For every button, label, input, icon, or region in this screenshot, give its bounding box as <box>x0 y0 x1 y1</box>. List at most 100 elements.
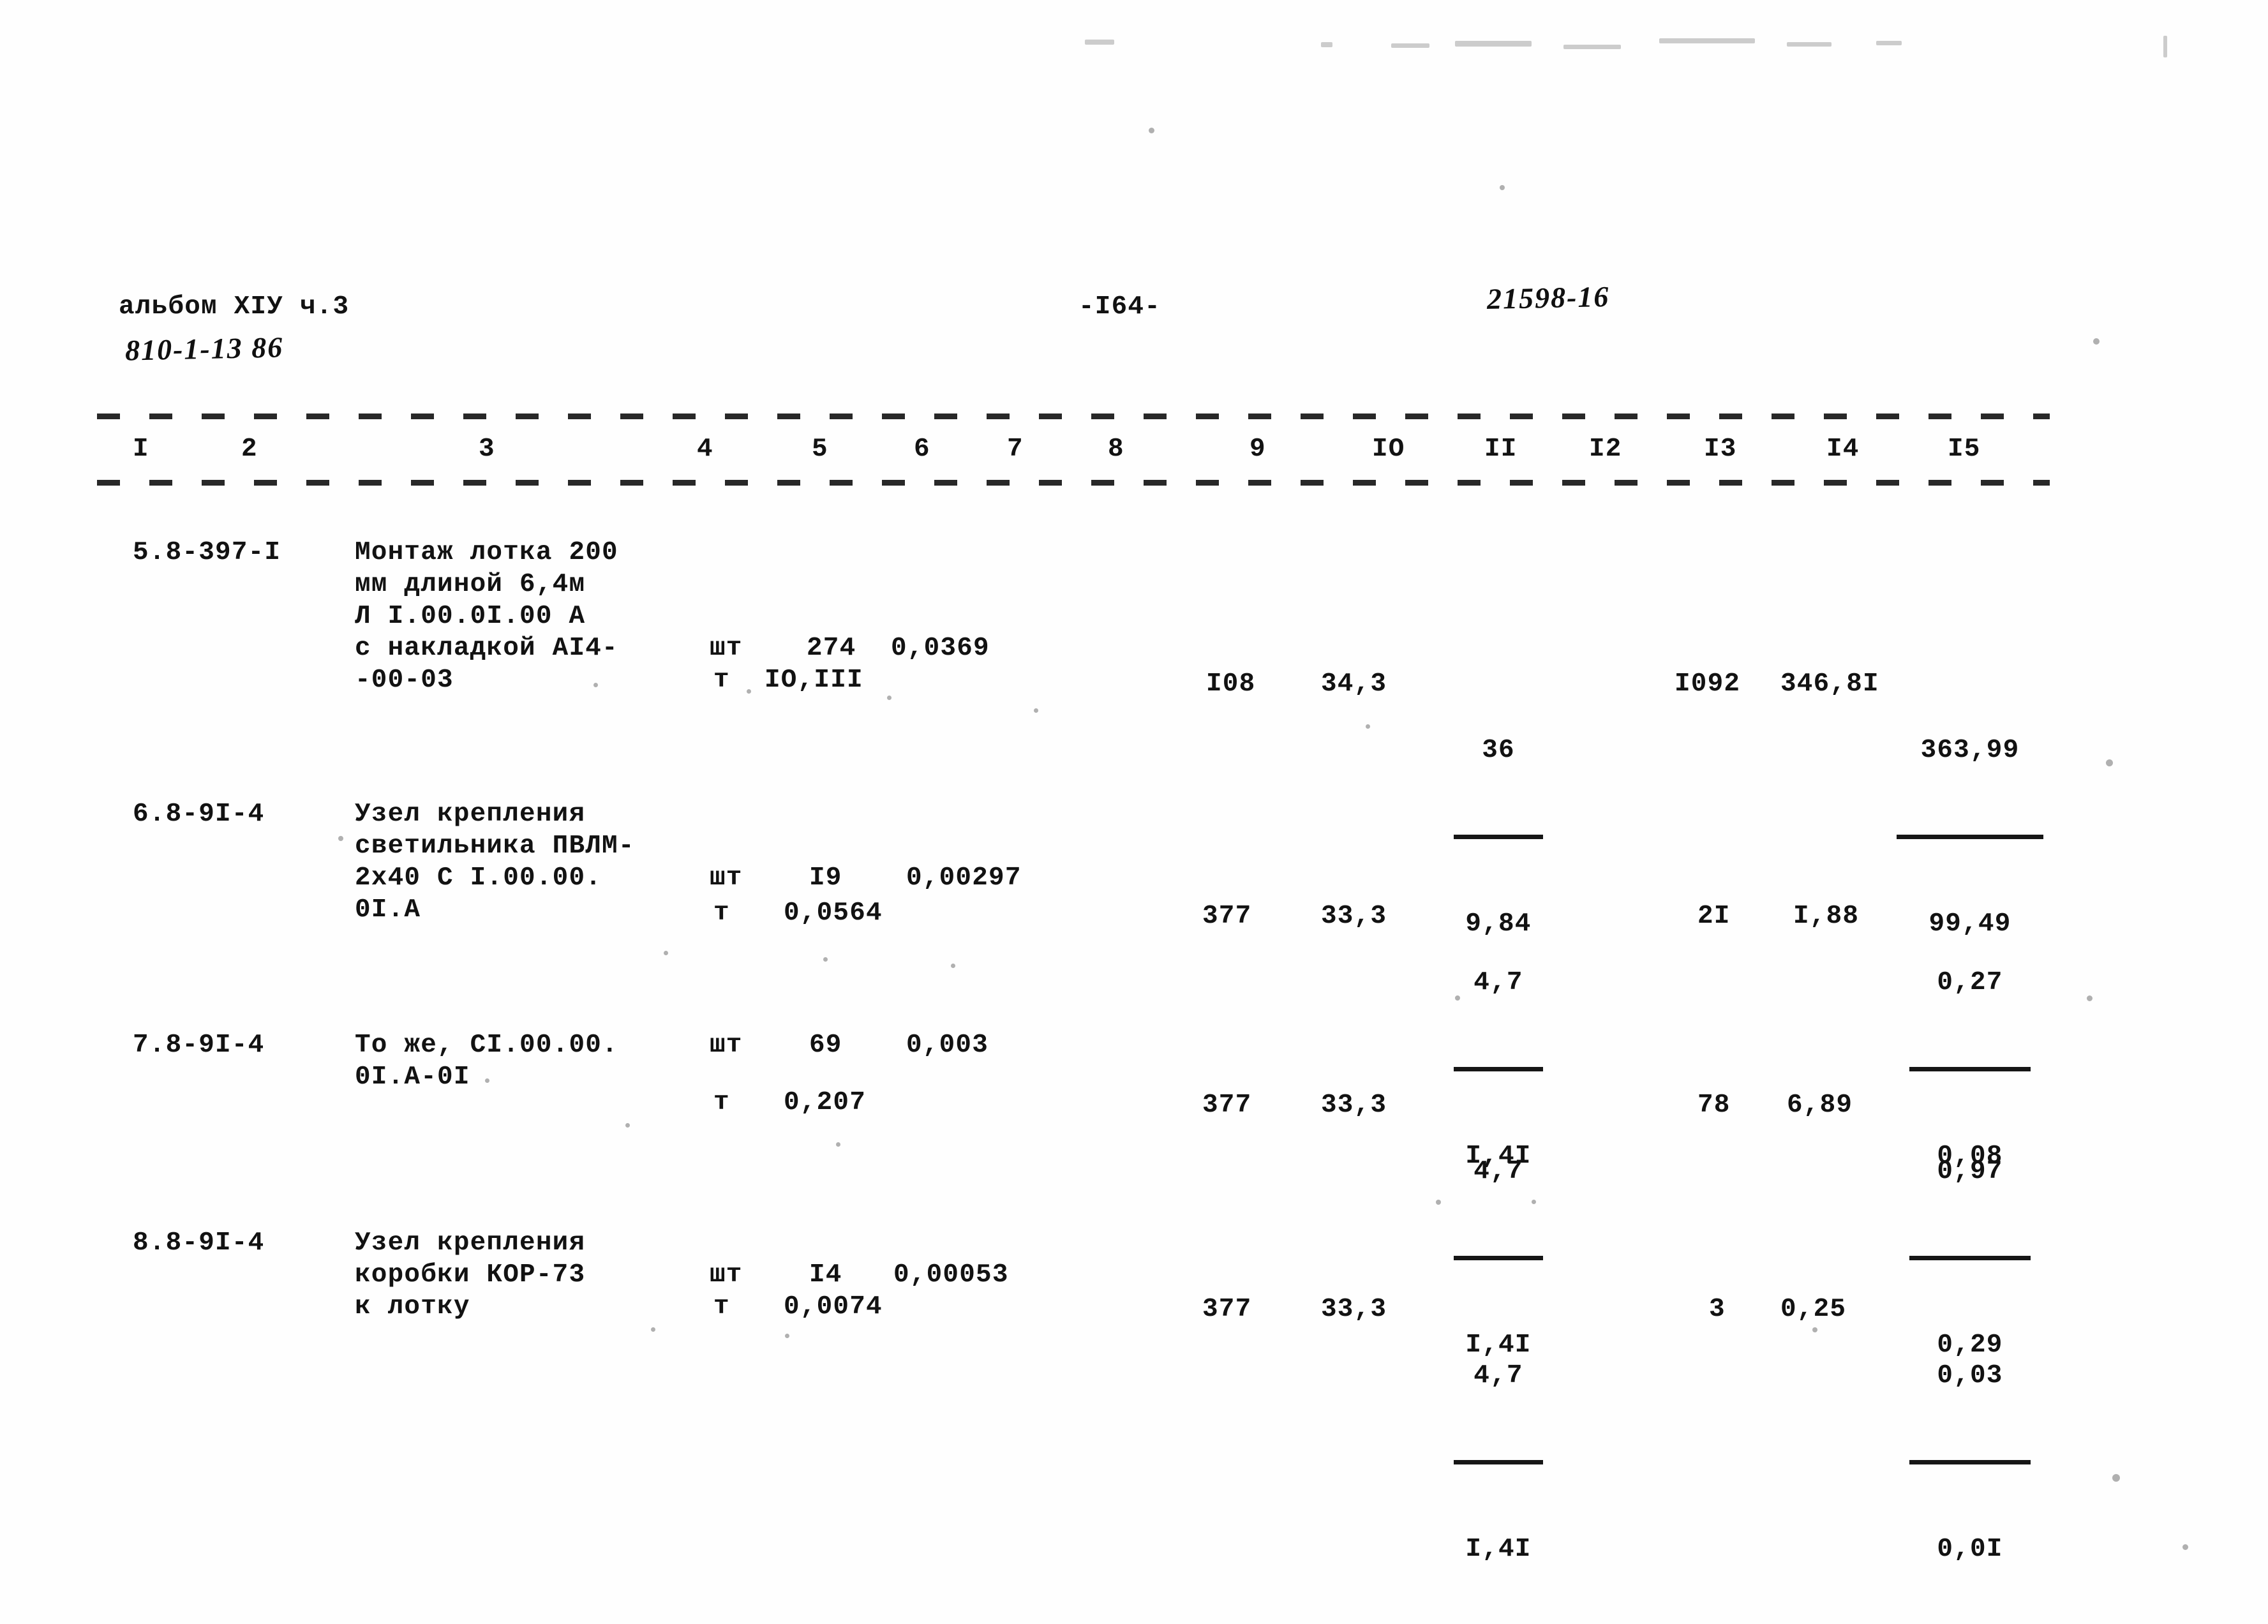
row-name-line: То же, СI.00.00. <box>355 1031 618 1060</box>
row-col15-fraction: 0,03 0,0I <box>1909 1293 2031 1624</box>
scan-artifact <box>1455 41 1532 47</box>
scan-artifact <box>2106 759 2113 766</box>
fraction-bar <box>1454 835 1543 839</box>
column-header-11: II <box>1484 435 1518 464</box>
row-name-line: Монтаж лотка 200 <box>355 538 618 567</box>
row-norm-primary: 0,00053 <box>893 1260 1009 1290</box>
row-norm-primary: 0,00297 <box>906 863 1022 893</box>
row-position-code: 6.8-9I-4 <box>133 800 265 829</box>
row-col15-numerator: 0,97 <box>1937 1157 2003 1186</box>
scan-artifact <box>1366 724 1370 729</box>
row-col15-denominator: 0,0I <box>1937 1535 2003 1564</box>
scan-artifact <box>1034 708 1038 713</box>
row-col11-denominator: I,4I <box>1465 1535 1532 1564</box>
row-col14: 346,8I <box>1780 669 1879 699</box>
row-qty-secondary: 0,0074 <box>784 1292 883 1322</box>
fraction-bar <box>1897 835 2043 839</box>
row-name-line: светильника ПВЛМ- <box>355 831 635 861</box>
row-norm-primary: 0,0369 <box>891 634 990 663</box>
row-unit-secondary: т <box>713 898 730 928</box>
scan-artifact <box>747 689 751 694</box>
row-col10: 33,3 <box>1321 902 1387 931</box>
row-unit-secondary: т <box>713 666 730 695</box>
row-qty-secondary: IO,III <box>765 666 863 695</box>
row-col9: 377 <box>1202 1091 1252 1120</box>
scan-artifact <box>1321 42 1332 47</box>
column-header-9: 9 <box>1250 435 1266 464</box>
row-qty-secondary: 0,0564 <box>784 898 883 928</box>
row-norm-primary: 0,003 <box>906 1031 989 1060</box>
scan-artifact <box>2182 1544 2188 1550</box>
scan-artifact <box>338 836 343 841</box>
column-header-14: I4 <box>1826 435 1860 464</box>
row-col10: 34,3 <box>1321 669 1387 699</box>
scan-artifact <box>1787 42 1832 47</box>
scan-artifact <box>651 1327 655 1332</box>
row-col11-numerator: 4,7 <box>1473 1157 1523 1186</box>
row-col11-fraction: 4,7 I,4I <box>1454 1293 1543 1624</box>
scan-artifact <box>823 957 828 962</box>
column-header-13: I3 <box>1704 435 1737 464</box>
row-col14: 0,25 <box>1780 1295 1847 1324</box>
column-header-1: I <box>133 435 149 464</box>
row-name-line: 0I.А <box>355 895 421 925</box>
scan-artifact <box>1876 41 1902 45</box>
row-name-line: к лотку <box>355 1292 470 1322</box>
column-header-7: 7 <box>1007 435 1024 464</box>
fraction-bar <box>1909 1256 2031 1260</box>
row-name-line: с накладкой АI4- <box>355 634 618 663</box>
series-handwritten: 810-1-13 86 <box>124 331 284 367</box>
scan-artifact <box>2112 1474 2120 1482</box>
scan-artifact <box>1659 38 1755 43</box>
row-name-line: Узел крепления <box>355 1228 586 1258</box>
row-name-line: -00-03 <box>355 666 454 695</box>
column-header-2: 2 <box>241 435 258 464</box>
row-unit-secondary: т <box>713 1088 730 1117</box>
column-header-12: I2 <box>1589 435 1622 464</box>
row-qty-secondary: 0,207 <box>784 1088 867 1117</box>
row-unit-primary: шт <box>710 863 743 893</box>
row-qty-primary: 274 <box>807 634 856 663</box>
column-header-10: IO <box>1372 435 1405 464</box>
row-name-line: 0I.А-0I <box>355 1062 470 1092</box>
row-col14: I,88 <box>1793 902 1860 931</box>
row-name-line: 2х40 С I.00.00. <box>355 863 602 893</box>
row-col15-numerator: 0,03 <box>1937 1361 2003 1390</box>
scan-artifact <box>785 1334 789 1338</box>
row-col11-numerator: 36 <box>1482 736 1515 765</box>
doc-code-handwritten: 21598-16 <box>1486 279 1610 316</box>
fraction-bar <box>1454 1067 1543 1071</box>
scan-artifact <box>887 696 892 700</box>
row-unit-secondary: т <box>713 1292 730 1322</box>
row-col11-numerator: 4,7 <box>1473 968 1523 997</box>
column-header-15: I5 <box>1948 435 1981 464</box>
row-unit-primary: шт <box>710 634 743 663</box>
scan-artifact <box>1391 43 1429 48</box>
fraction-bar <box>1454 1460 1543 1464</box>
row-unit-primary: шт <box>710 1031 743 1060</box>
fraction-bar <box>1909 1067 2031 1071</box>
scan-artifact <box>593 683 598 687</box>
row-name-line: Узел крепления <box>355 800 586 829</box>
scan-artifact <box>836 1142 840 1147</box>
row-name-line: мм длиной 6,4м <box>355 570 586 599</box>
scan-artifact <box>1085 40 1114 45</box>
scan-artifact <box>2093 338 2100 345</box>
column-header-8: 8 <box>1108 435 1124 464</box>
album-line: альбом XIУ ч.3 <box>119 292 350 322</box>
column-header-5: 5 <box>812 435 828 464</box>
row-col13: 78 <box>1697 1091 1731 1120</box>
row-col9: 377 <box>1202 1295 1252 1324</box>
scan-artifact <box>625 1123 630 1128</box>
fraction-bar <box>1909 1460 2031 1464</box>
row-qty-primary: 69 <box>809 1031 842 1060</box>
scan-artifact <box>1812 1327 1817 1332</box>
row-name-line: Л I.00.0I.00 А <box>355 602 586 631</box>
row-qty-primary: I9 <box>809 863 842 893</box>
row-qty-primary: I4 <box>809 1260 842 1290</box>
scanned-page: альбом XIУ ч.3 810-1-13 86 -I64- 21598-1… <box>0 0 2268 1624</box>
column-header-4: 4 <box>697 435 713 464</box>
row-col9: I08 <box>1206 669 1256 699</box>
row-col10: 33,3 <box>1321 1295 1387 1324</box>
row-position-code: 5.8-397-I <box>133 538 281 567</box>
